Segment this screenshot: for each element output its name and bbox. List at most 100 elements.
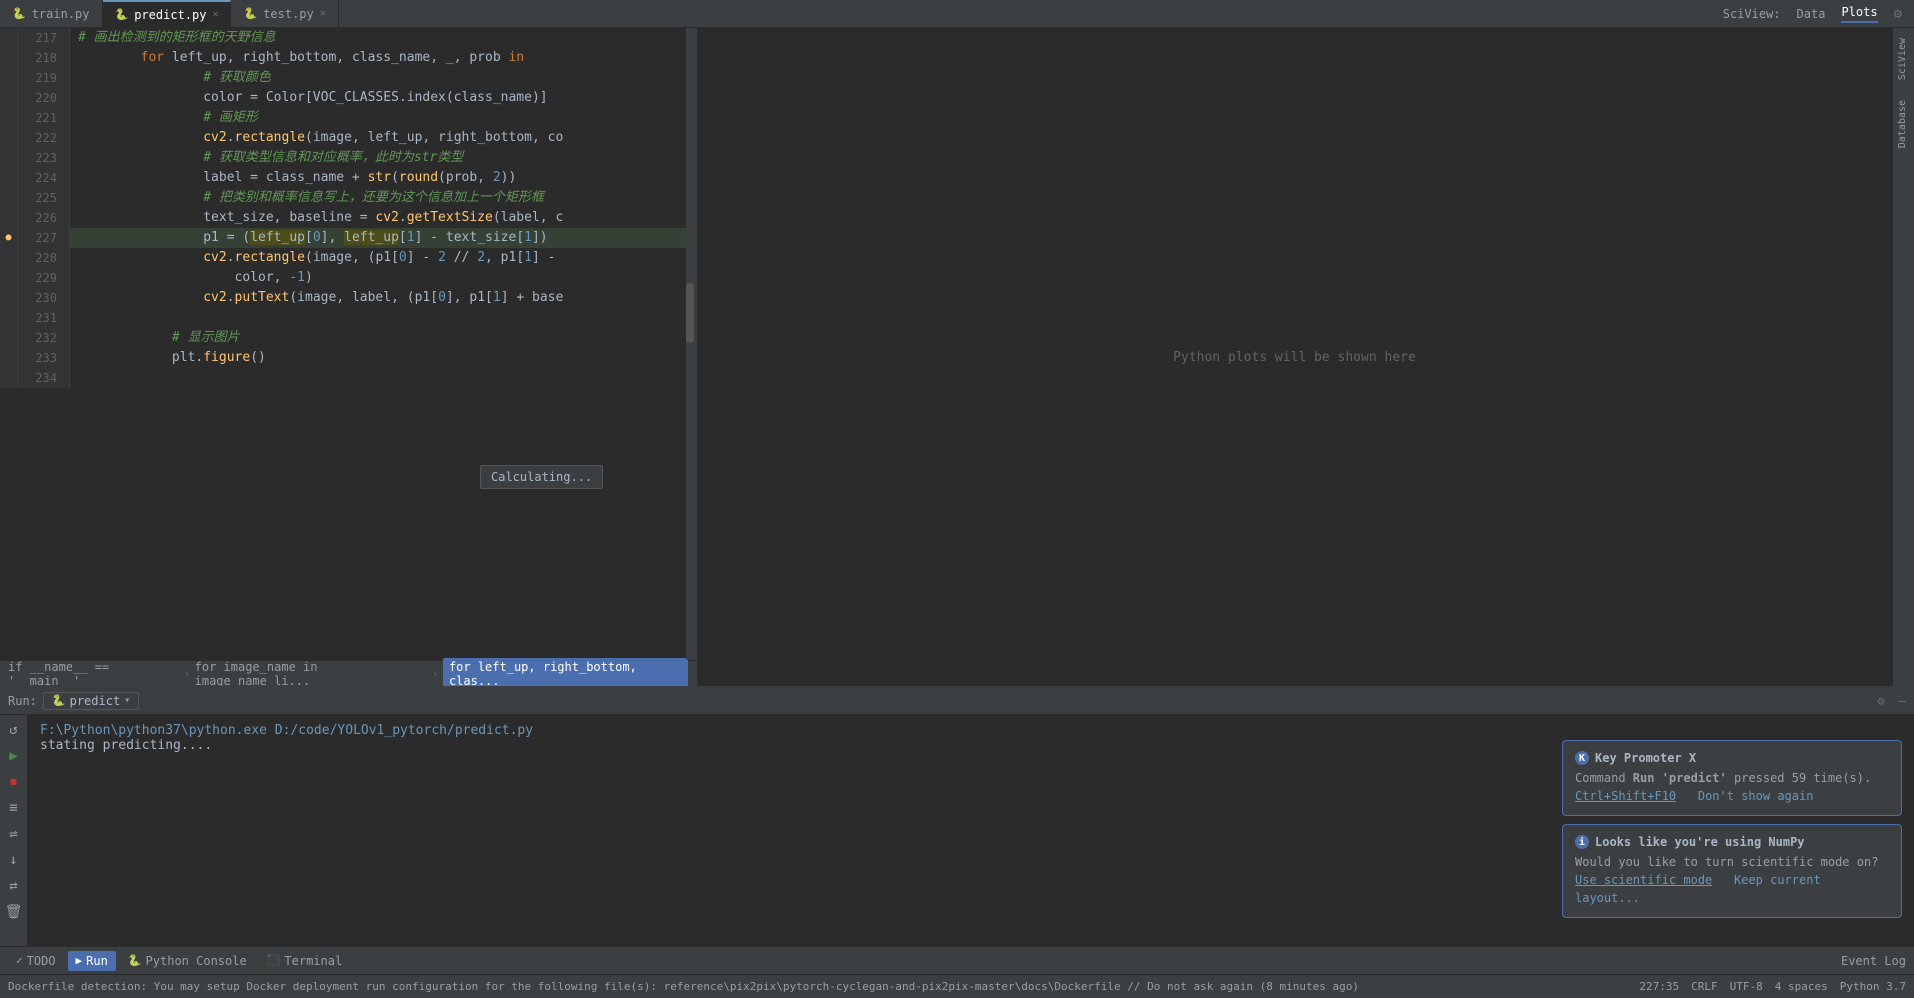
- notif-body-numpy: Would you like to turn scientific mode o…: [1575, 853, 1889, 907]
- code-editor[interactable]: 217 # 画出检测到的矩形框的天野信息 218 for left_up, ri…: [0, 28, 696, 660]
- use-scientific-mode-link[interactable]: Use scientific mode: [1575, 873, 1712, 887]
- close-icon[interactable]: ✕: [320, 8, 326, 19]
- notif-title-key-promoter: K Key Promoter X: [1575, 751, 1889, 765]
- scroll-end-button[interactable]: ↓: [3, 849, 25, 871]
- python-console-icon: 🐍: [128, 954, 142, 967]
- run-header: Run: 🐍 predict ▾ ⚙ —: [0, 687, 1914, 715]
- gutter-232: [0, 328, 18, 348]
- line-num-233: 233: [18, 348, 70, 368]
- code-line-230: 230 cv2.putText(image, label, (p1[0], p1…: [0, 288, 696, 308]
- resume-button[interactable]: ▶: [3, 745, 25, 767]
- run-minimize-icon[interactable]: —: [1899, 694, 1906, 708]
- code-line-234: 234: [0, 368, 696, 388]
- todo-label: TODO: [27, 954, 56, 968]
- breadcrumb-sep-2: ›: [432, 667, 439, 681]
- run-predict-link[interactable]: Run 'predict': [1633, 771, 1727, 785]
- status-right: 227:35 CRLF UTF-8 4 spaces Python 3.7: [1639, 980, 1906, 993]
- ctrl-shift-f10-link[interactable]: Ctrl+Shift+F10: [1575, 789, 1676, 803]
- gutter-218: [0, 48, 18, 68]
- python-console-label: Python Console: [146, 954, 247, 968]
- settings-icon[interactable]: ⚙: [1894, 6, 1902, 22]
- code-line-232: 232 # 显示图片: [0, 328, 696, 348]
- sciview-tab-plots[interactable]: Plots: [1841, 5, 1877, 23]
- gutter-230: [0, 288, 18, 308]
- tab-test[interactable]: 🐍 test.py ✕: [231, 0, 338, 27]
- status-indent[interactable]: 4 spaces: [1775, 980, 1828, 993]
- code-text-224: label = class_name + str(round(prob, 2)): [70, 168, 696, 188]
- tab-todo[interactable]: ✓ TODO: [8, 951, 64, 971]
- notif-key-promoter: K Key Promoter X Command Run 'predict' p…: [1562, 740, 1902, 816]
- line-num-219: 219: [18, 68, 70, 88]
- status-line-endings[interactable]: CRLF: [1691, 980, 1718, 993]
- tab-label: train.py: [32, 7, 90, 21]
- code-line-219: 219 # 获取颜色: [0, 68, 696, 88]
- tab-terminal[interactable]: ⬛ Terminal: [259, 951, 351, 971]
- clear-button[interactable]: 🗑: [3, 901, 25, 923]
- gutter-228: [0, 248, 18, 268]
- breadcrumb-sep-1: ›: [183, 667, 190, 681]
- run-config-name: predict: [70, 694, 121, 708]
- code-text-231: [70, 308, 696, 328]
- line-num-227: 227: [18, 228, 70, 248]
- status-bar: Dockerfile detection: You may setup Dock…: [0, 974, 1914, 998]
- sciview-placeholder: Python plots will be shown here: [1173, 350, 1416, 365]
- sciview-panel: Python plots will be shown here: [697, 28, 1892, 686]
- line-num-226: 226: [18, 208, 70, 228]
- breadcrumb-item-2[interactable]: for image_name in image_name_li...: [195, 660, 428, 687]
- code-line-228: 228 cv2.rectangle(image, (p1[0] - 2 // 2…: [0, 248, 696, 268]
- bottom-tab-bar: ✓ TODO ▶ Run 🐍 Python Console ⬛ Terminal…: [0, 946, 1914, 974]
- line-num-228: 228: [18, 248, 70, 268]
- status-position[interactable]: 227:35: [1639, 980, 1679, 993]
- code-text-233: plt.figure(): [70, 348, 696, 368]
- terminal-icon: ⬛: [267, 954, 281, 967]
- line-num-229: 229: [18, 268, 70, 288]
- gutter-224: [0, 168, 18, 188]
- gutter-231: [0, 308, 18, 328]
- soft-wrap-button[interactable]: ⇌: [3, 823, 25, 845]
- stop-button[interactable]: ⏹: [3, 771, 25, 793]
- status-encoding[interactable]: UTF-8: [1730, 980, 1763, 993]
- breadcrumb-item-3[interactable]: for left_up, right_bottom, clas...: [443, 658, 688, 687]
- code-line-229: 229 color, -1): [0, 268, 696, 288]
- rerun-button[interactable]: ↺: [3, 719, 25, 741]
- sciview-tab-data[interactable]: Data: [1797, 7, 1826, 21]
- editor-tab-bar: 🐍 train.py 🐍 predict.py ✕ 🐍 test.py ✕ Sc…: [0, 0, 1914, 28]
- code-line-221: 221 # 画矩形: [0, 108, 696, 128]
- vert-tab-sciview[interactable]: SciView: [1893, 28, 1914, 90]
- code-text-217: # 画出检测到的矩形框的天野信息: [70, 28, 696, 48]
- notif-icon-numpy: i: [1575, 835, 1589, 849]
- vert-tab-database[interactable]: Database: [1893, 90, 1914, 158]
- line-num-217: 217: [18, 28, 70, 48]
- status-language[interactable]: Python 3.7: [1840, 980, 1906, 993]
- gutter-220: [0, 88, 18, 108]
- split-button[interactable]: ⇄: [3, 875, 25, 897]
- tab-train[interactable]: 🐍 train.py: [0, 0, 103, 27]
- gutter-217: [0, 28, 18, 48]
- gutter-223: [0, 148, 18, 168]
- notifications-container: K Key Promoter X Command Run 'predict' p…: [1562, 740, 1902, 918]
- code-text-230: cv2.putText(image, label, (p1[0], p1[1] …: [70, 288, 696, 308]
- code-line-226: 226 text_size, baseline = cv2.getTextSiz…: [0, 208, 696, 228]
- event-log-button[interactable]: Event Log: [1841, 954, 1906, 968]
- editor-panel: 217 # 画出检测到的矩形框的天野信息 218 for left_up, ri…: [0, 28, 697, 686]
- tab-run[interactable]: ▶ Run: [68, 951, 116, 971]
- line-num-224: 224: [18, 168, 70, 188]
- vertical-scrollbar[interactable]: [686, 28, 696, 660]
- line-num-218: 218: [18, 48, 70, 68]
- scrollbar-thumb[interactable]: [686, 283, 694, 343]
- code-line-217: 217 # 画出检测到的矩形框的天野信息: [0, 28, 696, 48]
- gutter-226: [0, 208, 18, 228]
- code-text-219: # 获取颜色: [70, 68, 696, 88]
- gutter-229: [0, 268, 18, 288]
- line-num-234: 234: [18, 368, 70, 388]
- tab-predict[interactable]: 🐍 predict.py ✕: [103, 0, 232, 27]
- tab-python-console[interactable]: 🐍 Python Console: [120, 951, 255, 971]
- run-config-selector[interactable]: 🐍 predict ▾: [43, 692, 139, 710]
- dont-show-again-link[interactable]: Don't show again: [1698, 789, 1814, 803]
- breadcrumb-item-1[interactable]: if __name__ == '__main__': [8, 660, 179, 687]
- notif-numpy: i Looks like you're using NumPy Would yo…: [1562, 824, 1902, 918]
- run-settings-icon[interactable]: ⚙: [1878, 694, 1885, 708]
- status-dockerfile-notice: Dockerfile detection: You may setup Dock…: [8, 980, 1627, 993]
- close-icon[interactable]: ✕: [212, 9, 218, 20]
- filter-button[interactable]: ≡: [3, 797, 25, 819]
